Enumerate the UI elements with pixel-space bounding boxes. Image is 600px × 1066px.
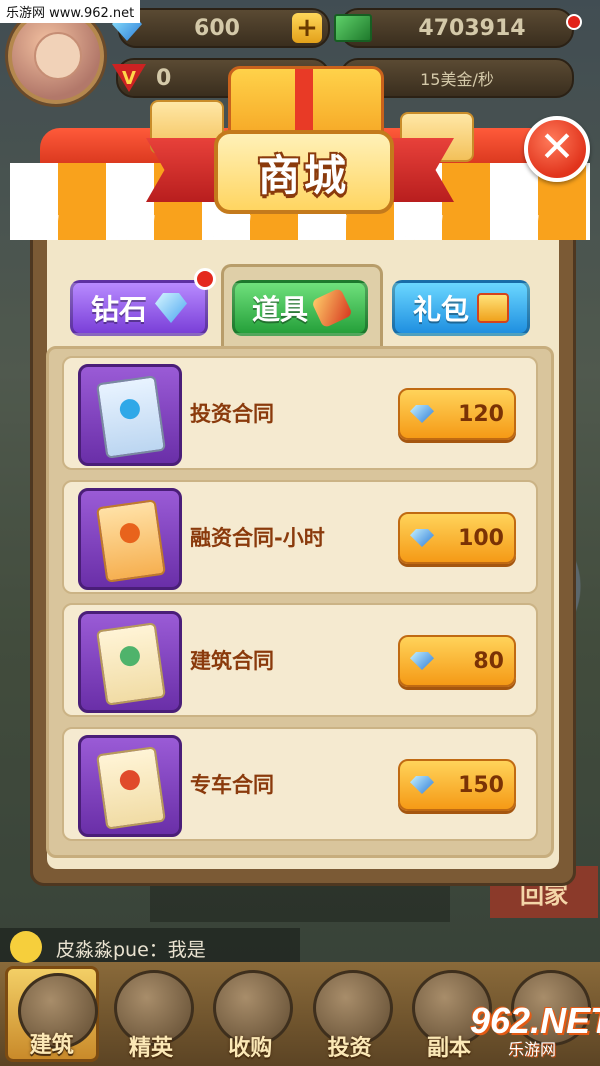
item-price: 100 (458, 525, 504, 551)
diamond-icon (410, 652, 434, 670)
nav-invest-label: 投资 (327, 1036, 372, 1061)
tab-items-label: 道具 (251, 293, 308, 326)
close-icon: ✕ (539, 122, 575, 171)
nav-elite-label: 精英 (128, 1036, 173, 1061)
nav-build-label: 建筑 (29, 1033, 74, 1058)
diamond-icon (410, 405, 434, 423)
tab-items[interactable]: 道具 (232, 280, 368, 336)
cat-face-icon (34, 32, 82, 80)
diamond-icon (410, 776, 434, 794)
tab-gift-pack[interactable]: 礼包 (392, 280, 530, 336)
gift-icon (477, 293, 509, 323)
tab-diamond-label: 钻石 (90, 293, 147, 326)
close-button[interactable]: ✕ (524, 116, 590, 182)
shop-title: 商城 (257, 150, 350, 200)
nav-invest[interactable]: 投资 (303, 966, 397, 1062)
nav-dungeon-label: 副本 (426, 1036, 471, 1061)
vip-badge-icon: V (112, 64, 146, 92)
awning-scallop (10, 215, 590, 245)
smiley-icon (10, 931, 42, 963)
investment-contract-icon (78, 364, 182, 466)
list-item: 建筑合同 80 (62, 603, 538, 717)
nav-elite[interactable]: 精英 (104, 966, 198, 1062)
tab-notification-dot (194, 268, 216, 290)
cash-icon (334, 14, 372, 42)
building-contract-icon (78, 611, 182, 713)
diamond-value: 600 (194, 15, 240, 41)
list-item: 融资合同-小时 100 (62, 480, 538, 594)
diamond-icon (155, 293, 187, 323)
list-item: 投资合同 120 (62, 356, 538, 470)
tab-diamond[interactable]: 钻石 (70, 280, 208, 336)
cash-counter: 4703914 (334, 8, 574, 48)
diamond-icon (410, 529, 434, 547)
buy-button[interactable]: 100 (398, 512, 516, 564)
cash-value: 4703914 (418, 15, 526, 41)
tab-gift-pack-label: 礼包 (412, 293, 469, 326)
item-name: 建筑合同 (190, 649, 274, 673)
item-name: 融资合同-小时 (190, 526, 325, 550)
shop-title-plaque: 商城 (214, 130, 394, 214)
buy-button[interactable]: 80 (398, 635, 516, 687)
site-watermark-top: 乐游网 www.962.net (0, 0, 141, 23)
buy-button[interactable]: 150 (398, 759, 516, 811)
car-contract-icon (78, 735, 182, 837)
nav-build[interactable]: 建筑 (4, 966, 99, 1062)
nav-acquire-label: 收购 (228, 1036, 273, 1061)
nav-acquire[interactable]: 收购 (203, 966, 297, 1062)
diamond-counter: 600 + (112, 8, 330, 48)
notification-dot (566, 14, 582, 30)
item-price: 120 (458, 401, 504, 427)
item-name: 投资合同 (190, 402, 274, 426)
list-item: 专车合同 150 (62, 727, 538, 841)
item-price: 150 (458, 772, 504, 798)
financing-contract-icon (78, 488, 182, 590)
site-watermark-bottom: 962.NET 乐游网 (470, 1000, 600, 1062)
dynamite-icon (311, 287, 353, 329)
vip-level-value: 0 (156, 65, 172, 91)
item-price: 80 (473, 648, 504, 674)
item-name: 专车合同 (190, 773, 274, 797)
buy-button[interactable]: 120 (398, 388, 516, 440)
add-diamond-button[interactable]: + (292, 13, 322, 43)
